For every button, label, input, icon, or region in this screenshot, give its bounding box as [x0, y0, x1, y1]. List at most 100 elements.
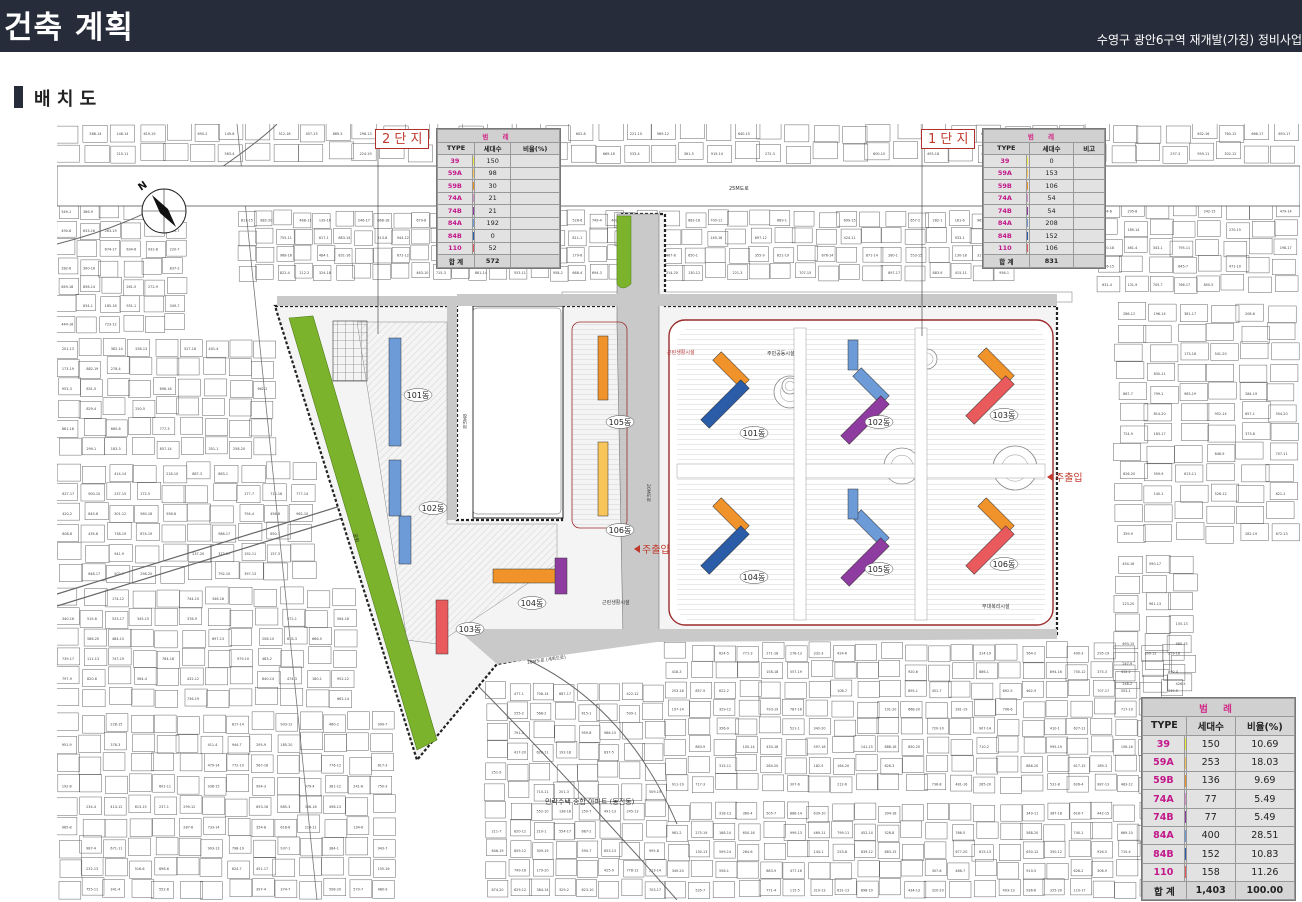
parcel-lot [995, 643, 1018, 661]
road-center-label: 20M도로 [645, 484, 651, 502]
parcel-lot [737, 661, 760, 678]
lot-number: 249-5 [1168, 689, 1178, 693]
parcel-lot [507, 764, 529, 782]
lot-number: 384-1 [329, 846, 339, 850]
legend-total-label: 합 계 [1142, 880, 1187, 901]
lot-number: 715-3 [436, 271, 446, 275]
lot-number: 981-2 [672, 831, 682, 835]
lot-number: 845-8 [88, 512, 98, 516]
parcel-lot [1270, 145, 1295, 164]
parcel-lot [704, 247, 726, 263]
lot-number: 345-15 [137, 617, 149, 621]
lot-number: 417-20 [514, 751, 526, 755]
lot-number: 859-12 [514, 849, 526, 853]
lot-number: 600-10 [873, 152, 885, 156]
apartment-building [554, 557, 568, 595]
legend-count: 152 [1028, 229, 1075, 243]
parcel-lot [644, 721, 666, 739]
lot-number: 139-16 [319, 219, 331, 223]
parcel-lot [1118, 302, 1146, 320]
legend-count: 136 [1185, 771, 1236, 791]
parcel-lot [105, 858, 128, 877]
lot-number: 715-4 [1121, 850, 1131, 854]
parcel-lot [1271, 342, 1300, 361]
parcel-lot [857, 681, 880, 698]
lot-number: 883-14 [338, 236, 350, 240]
lot-number: 237-15 [114, 492, 126, 496]
parcel-lot [230, 380, 253, 398]
legend-color-swatch [472, 244, 474, 253]
lot-number: 474-3 [287, 677, 297, 681]
lot-number: 212-2 [299, 271, 309, 275]
lot-number: 351-1 [209, 447, 219, 451]
legend-title: 범 례 [437, 129, 560, 143]
lot-number: 208-6 [1245, 312, 1255, 316]
legend-title: 범 례 [1142, 697, 1295, 718]
parcel-lot [736, 861, 759, 879]
lot-number: 141-15 [861, 745, 873, 749]
parcel-lot [834, 719, 856, 737]
parcel-lot [299, 881, 322, 900]
parcel-lot [160, 566, 185, 584]
lot-number: 394-18 [884, 812, 896, 816]
lot-number: 845-7 [1178, 264, 1188, 268]
parcel-lot [973, 716, 995, 734]
parcel-lot [1116, 859, 1139, 877]
parcel-lot [229, 398, 252, 417]
legend-type: 59A [1142, 752, 1185, 773]
lot-number: 298-13 [360, 132, 372, 136]
parcel-lot [154, 608, 178, 626]
parcel-lot [58, 400, 81, 418]
parcel-lot [976, 757, 999, 775]
legend-row: 84A 192 [437, 216, 560, 230]
parcel-lot [642, 684, 664, 702]
legend-ratio [510, 216, 560, 230]
lot-number: 558-6 [166, 512, 176, 516]
parcel-lot [950, 644, 973, 661]
parcel-lot [706, 124, 732, 141]
parcel-lot [1248, 276, 1272, 293]
parcel-lot [645, 763, 666, 781]
parcel-lot [621, 878, 643, 896]
lot-number: 343-1 [1153, 246, 1163, 250]
lot-number: 959-11 [1197, 152, 1209, 156]
parcel-lot [128, 837, 151, 856]
lot-number: 831-5 [86, 387, 96, 391]
parcel-lot [619, 761, 641, 779]
lot-number: 483-12 [1121, 783, 1133, 787]
parcel-lot [239, 561, 264, 580]
parcel-lot [306, 689, 330, 708]
lot-number: 174-12 [112, 597, 124, 601]
parcel-lot [758, 681, 781, 699]
parcel-lot [973, 804, 995, 822]
lot-number: 208-10 [262, 637, 274, 641]
building-label: 105동 [609, 418, 632, 427]
lot-number: 198-17 [1280, 246, 1292, 250]
legend-zone2: 범 례 TYPE 세대수 비율(%) 39 150 59A 98 59B 30 74A 21 7… [436, 128, 561, 269]
parcel-lot [786, 146, 811, 164]
legend-ratio: 5.49 [1234, 807, 1296, 828]
parcel-lot [736, 773, 759, 790]
page-title: 건축 계획 [4, 10, 134, 46]
legend-color-swatch [472, 231, 474, 240]
legend-type: 39 [1142, 734, 1185, 754]
parcel-lot [784, 124, 810, 143]
site-plan-map[interactable]: 588-14 148-14 210-11 619-19 890-2 149-8 563-4 5… [57, 124, 1300, 900]
legend-count: 158 [1185, 862, 1236, 882]
parcel-lot [229, 609, 253, 628]
parcel-lot [928, 645, 951, 663]
lot-number: 189-14 [1127, 228, 1139, 232]
lot-number: 894-16 [1050, 670, 1062, 674]
lot-number: 677-20 [955, 850, 967, 854]
lot-number: 777-3 [160, 427, 170, 431]
legend-color-swatch [1027, 231, 1029, 240]
lot-number: 414-14 [114, 472, 126, 476]
lot-number: 130-12 [688, 271, 700, 275]
parcel-lot [104, 732, 127, 751]
parcel-lot [349, 757, 372, 776]
lot-number: 246-17 [358, 219, 370, 223]
lot-number: 173-19 [62, 367, 74, 371]
parcel-lot [1208, 381, 1237, 400]
lot-number: 282-19 [1245, 532, 1257, 536]
lot-number: 736-19 [187, 697, 199, 701]
